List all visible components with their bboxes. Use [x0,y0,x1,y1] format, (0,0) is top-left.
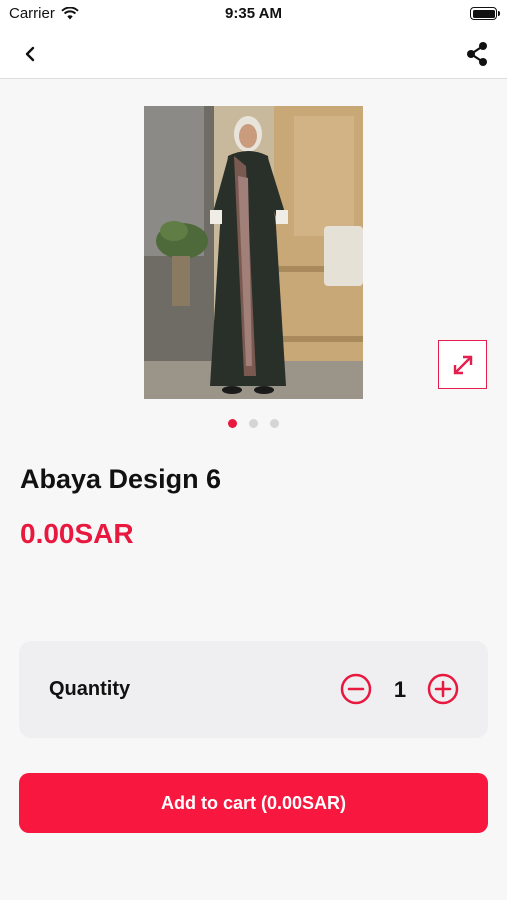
status-time: 9:35 AM [225,5,282,22]
quantity-increase-button[interactable] [427,673,459,705]
product-image[interactable] [144,106,363,399]
expand-icon [453,355,472,374]
product-price: 0.00SAR [20,518,134,549]
carousel-indicator [0,419,507,428]
status-bar: Carrier 9:35 AM [0,0,507,28]
expand-image-button[interactable] [438,340,487,389]
product-photo [144,106,363,399]
back-button[interactable] [14,38,46,70]
carousel-dot-2[interactable] [249,419,258,428]
carousel-dot-1[interactable] [228,419,237,428]
share-icon [467,42,487,66]
battery-icon [470,7,500,20]
nav-bar [0,28,507,79]
minus-circle-icon [340,673,372,705]
quantity-decrease-button[interactable] [340,673,372,705]
quantity-card: Quantity 1 [19,641,488,738]
quantity-value: 1 [393,677,407,702]
quantity-label: Quantity [49,678,131,700]
carousel-dot-3[interactable] [270,419,279,428]
plus-circle-icon [427,673,459,705]
share-button[interactable] [461,38,493,70]
add-to-cart-button[interactable]: Add to cart (0.00SAR) [19,773,488,833]
product-title: Abaya Design 6 [20,464,222,494]
chevron-left-icon [25,46,35,62]
